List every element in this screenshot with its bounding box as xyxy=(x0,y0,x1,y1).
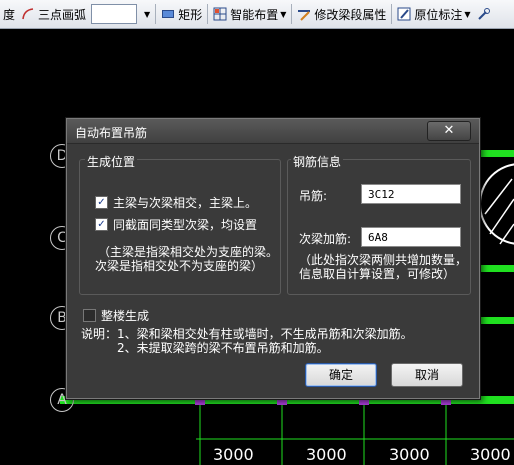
dimension-label: 3000 xyxy=(213,445,254,464)
arc-icon xyxy=(22,8,34,20)
tool-icon xyxy=(477,8,490,20)
toolbar-dropdown-arrow[interactable]: ▼ xyxy=(139,3,153,25)
toolbar: 度 三点画弧 ▼ 矩形 智能布置 ▼ 修改梁段属性 原位标注 ▼ xyxy=(0,0,514,29)
dimension-label: 3000 xyxy=(470,445,511,464)
chevron-down-icon: ▼ xyxy=(464,9,471,19)
dialog-title: 自动布置吊筋 xyxy=(75,126,148,140)
rebar-note: （此处指次梁两侧共增加数量， 信息取自计算设置，可修改） xyxy=(299,253,468,281)
beam-line xyxy=(476,317,514,324)
hatch-lines xyxy=(484,178,514,245)
option-same-section-type[interactable]: ✓ 同截面同类型次梁，均设置 xyxy=(95,216,257,233)
option-main-secondary-intersect[interactable]: ✓ 主梁与次梁相交，主梁上。 xyxy=(95,194,257,211)
toolbar-item-smart-layout[interactable]: 智能布置 ▼ xyxy=(210,3,289,25)
grid-layout-icon xyxy=(213,7,227,21)
checkbox-checked[interactable]: ✓ xyxy=(95,196,108,209)
close-button[interactable]: ✕ xyxy=(427,121,471,141)
generate-position-title: 生成位置 xyxy=(85,153,138,170)
annotate-pen-icon xyxy=(397,7,411,21)
toolbar-separator xyxy=(391,4,393,24)
edit-beam-icon xyxy=(298,10,311,21)
position-note: （主梁是指梁相交处为支座的梁。 次梁是指相交处不为支座的梁） xyxy=(95,245,279,273)
rectangle-icon xyxy=(162,10,175,18)
dialog-title-bar[interactable]: 自动布置吊筋 ✕ xyxy=(67,119,479,144)
dimension-label: 3000 xyxy=(306,445,347,464)
beam-line xyxy=(476,265,514,272)
rebar-info-title: 钢筋信息 xyxy=(291,153,344,170)
auto-hanger-rebar-dialog: 自动布置吊筋 ✕ 生成位置 ✓ 主梁与次梁相交，主梁上。 ✓ 同截面同类型次梁，… xyxy=(66,118,480,399)
hanger-label: 吊筋: xyxy=(299,189,328,203)
hanger-input[interactable]: 3C12 xyxy=(361,184,461,204)
toolbar-combo-input[interactable] xyxy=(91,4,138,24)
ok-button[interactable]: 确定 xyxy=(305,363,377,387)
checkbox-unchecked[interactable] xyxy=(83,309,96,322)
chevron-down-icon: ▼ xyxy=(144,9,151,19)
toolbar-item-three-point-arc[interactable]: 三点画弧 xyxy=(18,3,89,25)
toolbar-separator xyxy=(155,4,157,24)
toolbar-separator xyxy=(291,4,293,24)
toolbar-item-rectangle[interactable]: 矩形 xyxy=(158,3,205,25)
extra-stirrup-label: 次梁加筋: xyxy=(299,232,352,246)
toolbar-item-in-situ-annotation[interactable]: 原位标注 ▼ xyxy=(394,3,473,25)
beam-line xyxy=(476,150,514,157)
extra-stirrup-input[interactable]: 6A8 xyxy=(361,227,461,247)
option-whole-building[interactable]: 整楼生成 xyxy=(83,307,149,324)
toolbar-item-modify-beam-segment[interactable]: 修改梁段属性 xyxy=(294,3,389,25)
checkbox-checked[interactable]: ✓ xyxy=(95,218,108,231)
cancel-button[interactable]: 取消 xyxy=(391,363,463,387)
toolbar-item-more[interactable] xyxy=(474,3,497,25)
toolbar-item-degree[interactable]: 度 xyxy=(0,3,18,25)
toolbar-separator xyxy=(207,4,209,24)
dimension-label: 3000 xyxy=(389,445,430,464)
close-icon: ✕ xyxy=(443,123,455,138)
chevron-down-icon: ▼ xyxy=(280,9,287,19)
explanation: 说明：1、梁和梁相交处有柱或墙时，不生成吊筋和次梁加筋。 2、未提取梁跨的梁不布… xyxy=(81,327,413,355)
